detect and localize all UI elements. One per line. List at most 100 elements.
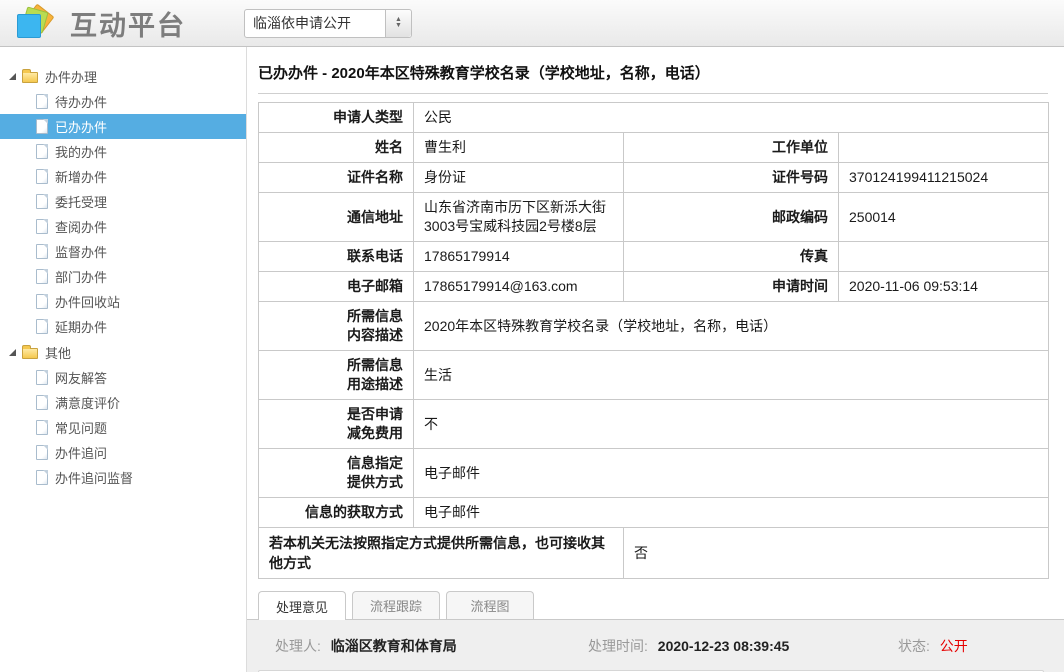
expand-triangle-icon[interactable] [9,73,16,80]
table-row: 所需信息 内容描述 2020年本区特殊教育学校名录（学校地址，名称，电话） [259,302,1049,351]
field-value: 电子邮件 [414,449,1049,498]
document-icon [36,169,48,184]
field-value: 370124199411215024 [839,163,1049,193]
field-label: 信息的获取方式 [259,498,414,528]
field-label: 申请人类型 [259,103,414,133]
main-content: 已办办件 - 2020年本区特殊教育学校名录（学校地址，名称，电话） 申请人类型… [247,47,1064,672]
document-icon [36,445,48,460]
sidebar-item-manyidu[interactable]: 满意度评价 [0,390,246,415]
sidebar-item-zhuiwen[interactable]: 办件追问 [0,440,246,465]
handler-label: 处理人: [275,638,321,654]
opinion-panel: 处理人: 临淄区教育和体育局 处理时间: 2020-12-23 08:39:45… [247,620,1064,672]
table-row: 联系电话 17865179914 传真 [259,242,1049,272]
sidebar-item-wode[interactable]: 我的办件 [0,139,246,164]
field-label: 若本机关无法按照指定方式提供所需信息，也可接收其他方式 [259,528,624,579]
document-icon [36,395,48,410]
tab-flow-chart[interactable]: 流程图 [446,591,534,619]
table-row: 所需信息 用途描述 生活 [259,351,1049,400]
field-label: 工作单位 [624,133,839,163]
sidebar-item-wangyou[interactable]: 网友解答 [0,365,246,390]
table-row: 通信地址 山东省济南市历下区新泺大街3003号宝威科技园2号楼8层 邮政编码 2… [259,193,1049,242]
app-title: 互动平台 [70,4,186,43]
document-icon [36,219,48,234]
field-value: 2020年本区特殊教育学校名录（学校地址，名称，电话） [414,302,1049,351]
field-value [839,242,1049,272]
application-detail-table: 申请人类型 公民 姓名 曹生利 工作单位 证件名称 身份证 证件号码 37012… [258,102,1049,579]
document-icon [36,144,48,159]
folder-icon [22,72,38,83]
tree-group-qita[interactable]: 其他 [0,339,246,365]
document-icon [36,269,48,284]
status-value: 公开 [940,638,968,654]
table-row: 是否申请 减免费用 不 [259,400,1049,449]
sidebar-tree: 办件办理 待办办件 已办办件 我的办件 新增办件 委托受理 查阅办件 监督办件 … [0,47,247,672]
field-value: 17865179914@163.com [414,272,624,302]
table-row: 若本机关无法按照指定方式提供所需信息，也可接收其他方式 否 [259,528,1049,579]
document-icon [36,420,48,435]
field-value: 250014 [839,193,1049,242]
document-icon [36,244,48,259]
table-row: 信息指定 提供方式 电子邮件 [259,449,1049,498]
status-label: 状态: [898,638,930,654]
table-row: 姓名 曹生利 工作单位 [259,133,1049,163]
field-label: 信息指定 提供方式 [259,449,414,498]
field-value [839,133,1049,163]
sidebar-item-yanqi[interactable]: 延期办件 [0,314,246,339]
sidebar-item-xinzeng[interactable]: 新增办件 [0,164,246,189]
field-label: 联系电话 [259,242,414,272]
handle-time-label: 处理时间: [588,638,648,654]
field-value: 电子邮件 [414,498,1049,528]
field-label: 通信地址 [259,193,414,242]
spinner-arrows-icon[interactable]: ▲▼ [385,10,411,37]
sidebar-item-zhuiwen-jiandu[interactable]: 办件追问监督 [0,465,246,490]
tree-group-banjian[interactable]: 办件办理 [0,63,246,89]
document-icon [36,470,48,485]
field-value: 否 [624,528,1049,579]
table-row: 证件名称 身份证 证件号码 370124199411215024 [259,163,1049,193]
document-icon [36,94,48,109]
field-label: 电子邮箱 [259,272,414,302]
sidebar-item-daiban[interactable]: 待办办件 [0,89,246,114]
field-label: 是否申请 减免费用 [259,400,414,449]
handle-time-value: 2020-12-23 08:39:45 [658,638,790,654]
sidebar-item-huishouzhan[interactable]: 办件回收站 [0,289,246,314]
document-icon [36,370,48,385]
tab-handling-opinion[interactable]: 处理意见 [258,591,346,620]
folder-icon [22,348,38,359]
opinion-meta-row: 处理人: 临淄区教育和体育局 处理时间: 2020-12-23 08:39:45… [247,620,1064,668]
handle-time-field: 处理时间: 2020-12-23 08:39:45 [588,636,898,656]
table-row: 申请人类型 公民 [259,103,1049,133]
field-value: 曹生利 [414,133,624,163]
sidebar-item-weituo[interactable]: 委托受理 [0,189,246,214]
sidebar-item-changjian[interactable]: 常见问题 [0,415,246,440]
field-label: 邮政编码 [624,193,839,242]
field-label: 传真 [624,242,839,272]
tab-process-tracking[interactable]: 流程跟踪 [352,591,440,619]
field-label: 所需信息 内容描述 [259,302,414,351]
sidebar-item-jiandu[interactable]: 监督办件 [0,239,246,264]
field-value: 山东省济南市历下区新泺大街3003号宝威科技园2号楼8层 [414,193,624,242]
sidebar-item-bumen[interactable]: 部门办件 [0,264,246,289]
field-value: 不 [414,400,1049,449]
expand-triangle-icon[interactable] [9,349,16,356]
field-label: 证件号码 [624,163,839,193]
table-row: 电子邮箱 17865179914@163.com 申请时间 2020-11-06… [259,272,1049,302]
field-label: 证件名称 [259,163,414,193]
site-select[interactable]: 临淄依申请公开 ▲▼ [244,9,412,38]
document-icon [36,294,48,309]
sidebar-item-chayue[interactable]: 查阅办件 [0,214,246,239]
handler-value: 临淄区教育和体育局 [331,638,457,654]
field-label: 申请时间 [624,272,839,302]
document-icon [36,194,48,209]
field-value: 公民 [414,103,1049,133]
app-logo-icon [12,3,56,43]
handler-field: 处理人: 临淄区教育和体育局 [275,636,588,656]
sidebar-item-yiban[interactable]: 已办办件 [0,114,246,139]
status-field: 状态: 公开 [898,636,968,656]
field-value: 生活 [414,351,1049,400]
table-row: 信息的获取方式 电子邮件 [259,498,1049,528]
page-title: 已办办件 - 2020年本区特殊教育学校名录（学校地址，名称，电话） [258,65,710,82]
field-value: 17865179914 [414,242,624,272]
field-value: 身份证 [414,163,624,193]
site-select-value: 临淄依申请公开 [245,10,385,37]
